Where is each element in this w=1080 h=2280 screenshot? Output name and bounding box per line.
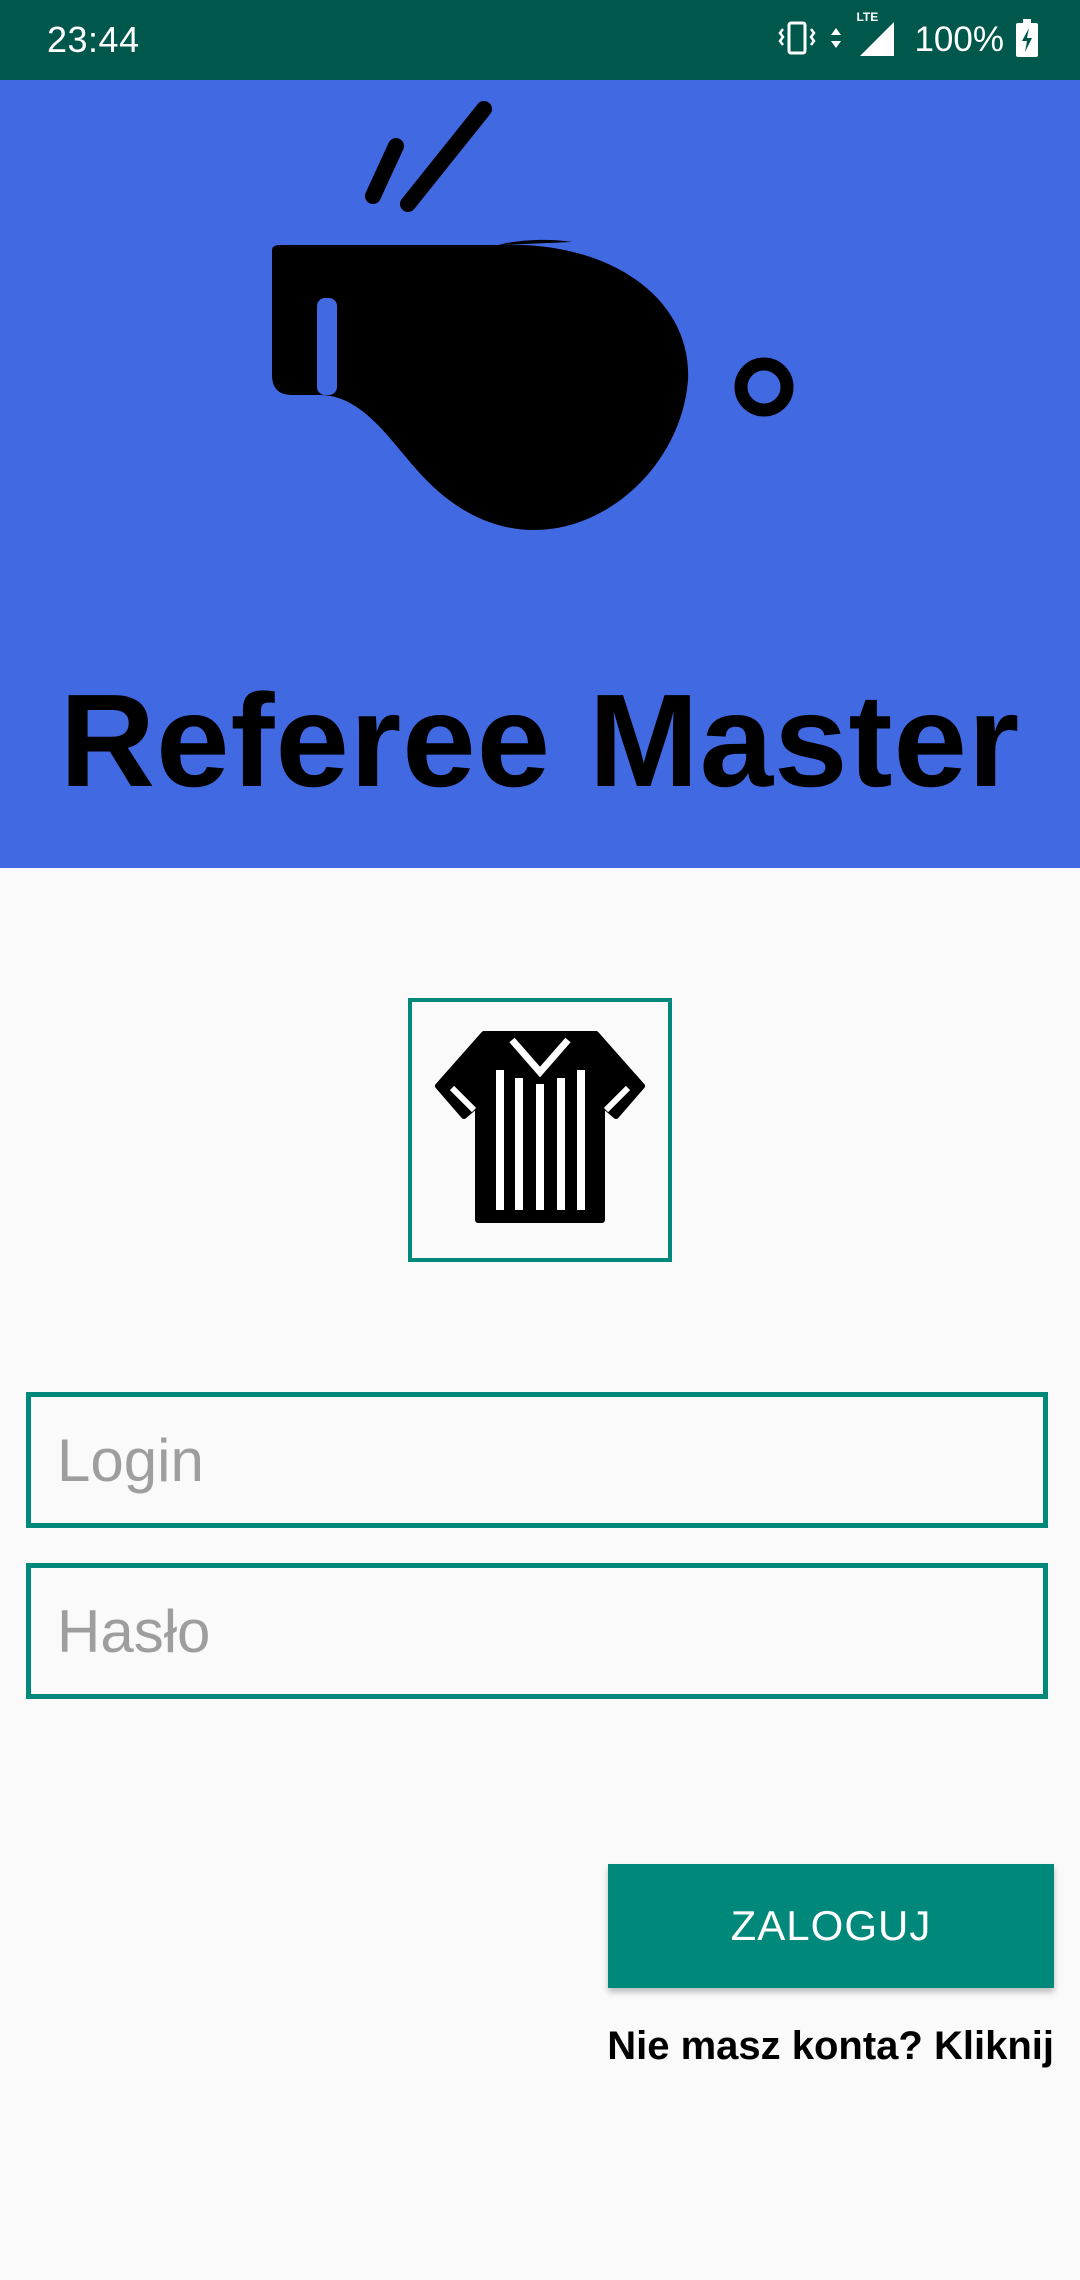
data-arrows-icon [828,20,844,61]
login-button[interactable]: ZALOGUJ [608,1864,1054,1988]
lte-badge: LTE [856,9,879,24]
avatar [408,998,672,1262]
login-field[interactable] [26,1392,1048,1528]
app-title: Referee Master [59,667,1021,814]
battery-charging-icon [1016,18,1038,62]
referee-jersey-icon [435,1031,645,1223]
login-input[interactable] [31,1397,1043,1523]
status-icons: LTE 100% [778,0,1038,80]
signal-icon: LTE [856,10,896,63]
status-time: 23:44 [47,19,140,60]
battery-percent: 100% [914,20,1004,59]
password-field[interactable] [26,1563,1048,1699]
vibrate-icon [778,20,817,61]
password-input[interactable] [31,1568,1043,1694]
whistle-icon [272,101,794,530]
register-link[interactable]: Nie masz konta? Kliknij [607,2024,1054,2069]
app-header: Referee Master [0,80,1080,868]
status-bar: 23:44 LTE 100% [0,0,1080,80]
